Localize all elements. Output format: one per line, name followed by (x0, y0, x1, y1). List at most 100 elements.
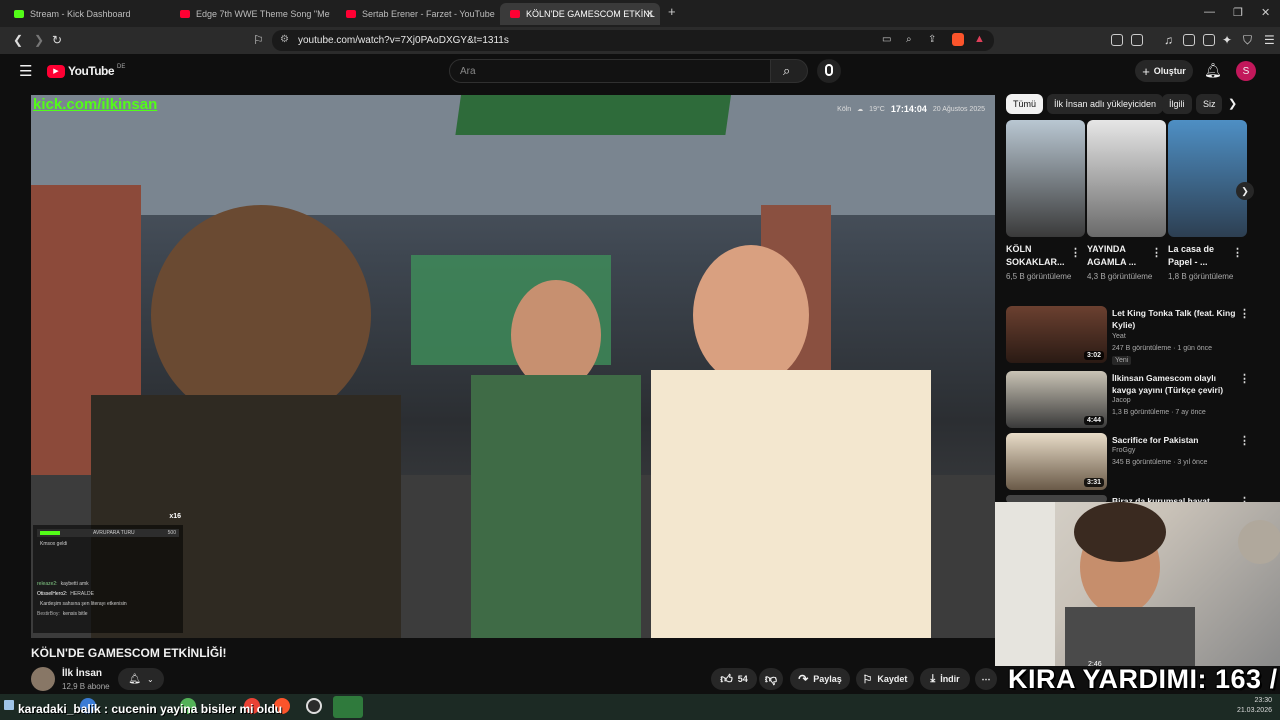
music-icon[interactable]: ♫ (1164, 33, 1173, 47)
chat-line: OtisselHero2: HERALDE (37, 591, 94, 597)
chat-line: releaze2: kaybetti amk (37, 581, 89, 587)
video-channel[interactable]: FroGgy (1112, 447, 1135, 454)
start-icon[interactable] (4, 700, 14, 710)
chip-related[interactable]: İlgili (1162, 94, 1192, 114)
like-count: 54 (737, 674, 748, 684)
create-button[interactable]: + Oluştur (1135, 60, 1193, 82)
new-tab-icon[interactable]: + (668, 4, 676, 19)
location-text: Köln (837, 105, 852, 113)
youtube-icon (346, 10, 356, 18)
video-thumbnail[interactable]: 3:31 (1006, 433, 1107, 490)
vpn-icon[interactable]: ⛉ (1243, 33, 1252, 48)
short-menu-icon[interactable]: ⋮ (1151, 246, 1162, 259)
leo-icon[interactable]: ✦ (1222, 33, 1232, 47)
webcam-feed-art (995, 502, 1280, 666)
obs-icon[interactable] (306, 698, 322, 714)
short-menu-icon[interactable]: ⋮ (1070, 246, 1081, 259)
forward-icon[interactable]: ❯ (34, 33, 44, 47)
kick-icon (14, 10, 24, 18)
video-meta: 1,3 B görüntüleme · 7 ay önce (1112, 409, 1206, 416)
short-title[interactable]: La casa de Papel - ... (1168, 243, 1232, 269)
short-menu-icon[interactable]: ⋮ (1232, 246, 1243, 259)
video-duration: 3:02 (1083, 351, 1104, 360)
bookmark-icon[interactable]: ⚐ (253, 33, 264, 47)
short-thumbnail[interactable] (1168, 120, 1247, 237)
tab-edge-theme[interactable]: Edge 7th WWE Theme Song "Metalin (170, 3, 330, 25)
search-button[interactable]: ⌕ (770, 59, 808, 83)
menu-icon[interactable]: ☰ (1264, 33, 1275, 47)
tab-title: Edge 7th WWE Theme Song "Metalin (196, 9, 330, 19)
share-button[interactable]: ↷ Paylaş (790, 668, 850, 690)
channel-name[interactable]: İlk İnsan (62, 668, 102, 679)
share-page-icon[interactable]: ⇪ (928, 34, 936, 45)
sidebar-icon[interactable] (1183, 34, 1195, 46)
subscription-bell-button[interactable]: 🔔︎ ⌄ (118, 668, 164, 690)
download-button[interactable]: ⤓ İndir (920, 668, 970, 690)
video-channel[interactable]: Jacop (1112, 397, 1131, 404)
dislike-button[interactable]: 👎︎ (759, 668, 783, 690)
maximize-icon[interactable]: ❐ (1233, 6, 1243, 19)
video-title: KÖLN'DE GAMESCOM ETKİNLİĞİ! (31, 646, 227, 660)
account-avatar[interactable]: S (1236, 61, 1256, 81)
level-title: AVRUPARA TURU (92, 530, 135, 536)
avatar-letter: S (1242, 65, 1250, 77)
level-progress (40, 531, 60, 535)
short-title[interactable]: KÖLN SOKAKLAR... (1006, 243, 1070, 269)
hamburger-menu-icon[interactable]: ☰ (19, 62, 32, 80)
youtube-logo[interactable]: ▶ YouTube DE (47, 64, 125, 78)
youtube-header: ☰ ▶ YouTube DE Ara ⌕ + Oluştur 🔔︎ S (0, 54, 1280, 88)
chip-from-uploader[interactable]: İlk İnsan adlı yükleyiciden (1047, 94, 1164, 114)
tab-kick-dashboard[interactable]: Stream - Kick Dashboard (4, 3, 164, 25)
reader-icon[interactable] (1131, 34, 1143, 46)
video-thumbnail[interactable]: 3:02 (1006, 306, 1107, 363)
cast-icon[interactable]: ▭ (882, 34, 891, 45)
notifications-bell-icon[interactable]: 🔔︎ (1204, 62, 1222, 79)
tab-sertab-erener[interactable]: Sertab Erener - Farzet - YouTube (336, 3, 496, 25)
back-icon[interactable]: ❮ (13, 33, 23, 47)
microphone-icon (825, 64, 833, 76)
save-button[interactable]: ⚐ Kaydet (856, 668, 914, 690)
brave-rewards-icon[interactable]: ▲ (974, 33, 985, 45)
video-player[interactable]: kick.com/ilkinsan Köln ☁ 19°C 17:14:04 2… (31, 95, 995, 638)
short-thumbnail[interactable] (1087, 120, 1166, 237)
short-views: 4,3 B görüntüleme (1087, 272, 1153, 281)
voice-search-button[interactable] (817, 59, 841, 83)
more-actions-button[interactable]: ⋯ (975, 668, 997, 690)
extensions-icon[interactable] (1111, 34, 1123, 46)
video-title-link[interactable]: İlkinsan Gamescom olaylı kavga yayını (T… (1112, 372, 1237, 396)
kick-app-icon[interactable] (333, 696, 363, 718)
video-menu-icon[interactable]: ⋮ (1239, 434, 1250, 447)
short-title[interactable]: YAYINDA AGAMLA ... (1087, 243, 1151, 269)
close-tab-icon[interactable]: ✕ (646, 9, 654, 20)
chat-line (37, 571, 179, 581)
tab-koln-gamescom[interactable]: KÖLN'DE GAMESCOM ETKİNL ✕ (500, 3, 660, 25)
short-thumbnail[interactable] (1006, 120, 1085, 237)
browser-tab-bar: Stream - Kick Dashboard Edge 7th WWE The… (0, 0, 1280, 27)
video-menu-icon[interactable]: ⋮ (1239, 372, 1250, 385)
shorts-next-icon[interactable]: ❯ (1236, 182, 1254, 200)
video-title-link[interactable]: Let King Tonka Talk (feat. King Kylie) (1112, 307, 1237, 331)
stream-chat-overlay: AVRUPARA TURU 500 x16 Kmsox geldi releaz… (33, 513, 183, 633)
video-title-link[interactable]: Sacrifice for Pakistan (1112, 434, 1237, 446)
search-input[interactable]: Ara (449, 59, 771, 83)
video-channel[interactable]: Yeat (1112, 333, 1126, 340)
video-thumbnail[interactable]: 4:44 (1006, 371, 1107, 428)
close-window-icon[interactable]: ✕ (1261, 6, 1270, 19)
reload-icon[interactable]: ↻ (52, 33, 62, 47)
url-field[interactable]: ⚙ youtube.com/watch?v=7Xj0PAoDXGY&t=1311… (272, 30, 994, 51)
wallet-icon[interactable] (1203, 34, 1215, 46)
stream-info-overlay: Köln ☁ 19°C 17:14:04 20 Ağustos 2025 (837, 104, 985, 114)
chips-next-icon[interactable]: ❯ (1228, 97, 1237, 110)
clock-time: 23:30 (1254, 697, 1272, 704)
chip-all[interactable]: Tümü (1006, 94, 1044, 114)
channel-avatar[interactable] (31, 667, 55, 691)
like-button[interactable]: 👍︎ 54 (711, 668, 757, 690)
chip-for-you[interactable]: Siz (1196, 94, 1222, 114)
minimize-icon[interactable]: — (1204, 6, 1215, 18)
brave-shield-icon[interactable] (952, 33, 964, 46)
zoom-icon[interactable]: ⌕ (906, 34, 912, 45)
create-label: Oluştur (1153, 66, 1186, 76)
site-info-icon[interactable]: ⚙ (280, 34, 289, 45)
download-label: İndir (940, 674, 960, 684)
video-menu-icon[interactable]: ⋮ (1239, 307, 1250, 320)
